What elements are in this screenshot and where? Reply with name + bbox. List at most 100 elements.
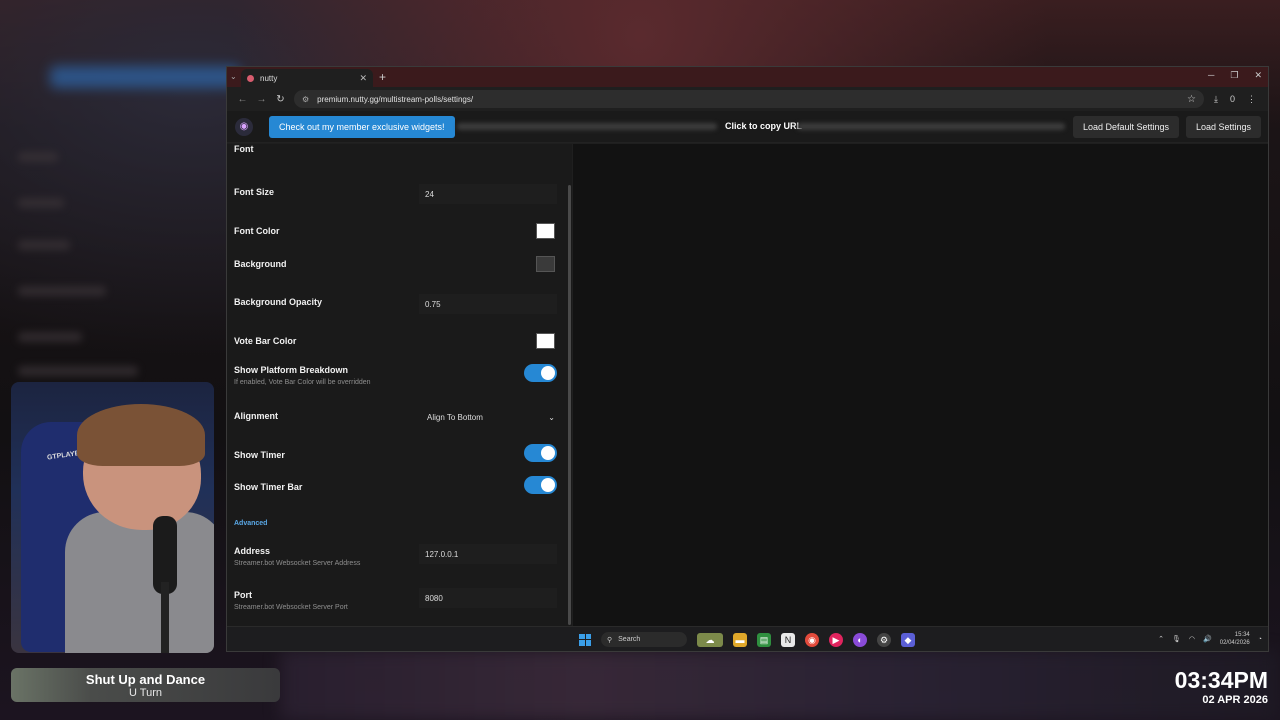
streaming-app-icon[interactable]: ◐: [853, 632, 867, 647]
bookmark-star-icon[interactable]: ☆: [1187, 94, 1196, 105]
nutty-logo-icon[interactable]: ◉: [235, 117, 253, 136]
spreadsheet-app-icon[interactable]: ▤: [757, 632, 771, 647]
platform-breakdown-description: If enabled, Vote Bar Color will be overr…: [234, 379, 371, 386]
font-color-row: Font Color: [234, 226, 558, 236]
back-icon[interactable]: ←: [233, 94, 252, 105]
chevron-down-icon: ⌄: [548, 412, 555, 422]
system-tray: ⌃ 🎙 ◠ 🔊 15:34 02/04/2026 ◔: [1158, 631, 1262, 647]
tab-strip: ⌄ nutty ✕ + ─ ❐ ✕: [227, 67, 1268, 87]
blurred-background-item: [18, 286, 106, 296]
volume-icon[interactable]: 🔊: [1203, 635, 1212, 643]
notification-icon[interactable]: ◔: [1258, 636, 1262, 643]
font-color-swatch[interactable]: [536, 223, 555, 239]
show-timer-toggle[interactable]: [524, 444, 557, 462]
restore-icon[interactable]: ❐: [1230, 70, 1238, 81]
favicon-icon: [247, 74, 254, 82]
download-count[interactable]: 0: [1230, 94, 1235, 104]
member-widgets-button[interactable]: Check out my member exclusive widgets!: [269, 115, 455, 138]
address-bar: ← → ↻ ⚙ premium.nutty.gg/multistream-pol…: [227, 87, 1268, 111]
tab-search-icon[interactable]: ⌄: [230, 72, 237, 81]
now-playing-widget: Shut Up and Dance U Turn: [11, 668, 280, 702]
blurred-widget-url: [797, 123, 1065, 130]
blurred-background-item: [18, 198, 64, 208]
window-controls: ─ ❐ ✕: [1208, 70, 1262, 81]
background-opacity-input[interactable]: 0.75: [419, 294, 557, 314]
overlay-clock: 03:34PM 02 APR 2026: [1175, 666, 1268, 706]
alignment-value: Align To Bottom: [427, 412, 483, 422]
media-player-icon[interactable]: ▶: [829, 632, 843, 647]
font-label: Font: [234, 144, 254, 154]
tray-chevron-icon[interactable]: ⌃: [1158, 635, 1164, 643]
close-tab-icon[interactable]: ✕: [359, 73, 367, 84]
background-color-swatch[interactable]: [536, 256, 555, 272]
microphone-arm: [161, 582, 169, 653]
close-window-icon[interactable]: ✕: [1254, 70, 1262, 81]
show-timer-row: Show Timer: [234, 450, 558, 460]
taskbar-apps: ⚲ Search ☁ ▬ ▤ N ◉ ▶ ◐ ⚙ ◆: [579, 632, 915, 647]
song-artist: U Turn: [128, 686, 162, 699]
weather-widget-icon[interactable]: ☁: [697, 632, 723, 647]
song-title: Shut Up and Dance: [85, 671, 206, 687]
font-row: Font: [234, 144, 558, 154]
show-timer-bar-row: Show Timer Bar: [234, 482, 558, 492]
overlay-clock-time: 03:34PM: [1174, 667, 1268, 693]
windows-taskbar: ⚲ Search ☁ ▬ ▤ N ◉ ▶ ◐ ⚙ ◆ ⌃ 🎙 ◠ 🔊 15:34…: [227, 626, 1268, 651]
notion-app-icon[interactable]: N: [781, 632, 795, 647]
page-header: ◉ Check out my member exclusive widgets!…: [227, 111, 1268, 143]
blurred-background-item: [18, 366, 138, 376]
blurred-background-item: [18, 152, 58, 162]
address-input[interactable]: 127.0.0.1: [419, 544, 557, 564]
port-input[interactable]: 8080: [419, 588, 557, 608]
show-timer-bar-toggle[interactable]: [524, 476, 557, 494]
blurred-background-bar: [50, 66, 240, 88]
overlay-clock-date: 02 APR 2026: [1202, 694, 1268, 706]
background-label: Background: [234, 259, 287, 269]
alignment-select[interactable]: Align To Bottom ⌄: [423, 407, 557, 427]
streamer-body: [65, 512, 214, 653]
platform-breakdown-toggle[interactable]: [524, 364, 557, 382]
site-info-icon[interactable]: ⚙: [302, 95, 309, 104]
reload-icon[interactable]: ↻: [271, 94, 290, 105]
url-field[interactable]: ⚙ premium.nutty.gg/multistream-polls/set…: [294, 90, 1204, 108]
load-settings-button[interactable]: Load Settings: [1186, 116, 1262, 138]
advanced-section-link[interactable]: Advanced: [234, 520, 267, 527]
font-color-label: Font Color: [234, 226, 280, 236]
settings-app-icon[interactable]: ⚙: [877, 632, 891, 647]
webcam-overlay: GTPLAYER: [11, 382, 214, 653]
streamer-hair: [77, 404, 205, 466]
tab-title: nutty: [260, 73, 278, 83]
taskbar-date: 02/04/2026: [1219, 640, 1250, 646]
settings-panel: Font Font Size 24 Font Color Background …: [227, 144, 569, 628]
blurred-background-item: [18, 332, 82, 342]
tab-nutty[interactable]: nutty ✕: [241, 69, 373, 87]
microphone-icon[interactable]: 🎙: [1172, 635, 1181, 643]
settings-scrollbar-thumb[interactable]: [568, 185, 571, 625]
forward-icon[interactable]: →: [252, 94, 271, 105]
background-row: Background: [234, 259, 558, 269]
browser-toolbar-right: ⤓ 0 ⋮: [1214, 94, 1256, 105]
chrome-icon[interactable]: ◉: [805, 632, 819, 647]
blurred-background-item: [18, 240, 70, 250]
browser-window: ⌄ nutty ✕ + ─ ❐ ✕ ← → ↻ ⚙ premium.nutty.…: [226, 66, 1269, 652]
taskbar-time: 15:34: [1234, 632, 1250, 638]
load-default-settings-button[interactable]: Load Default Settings: [1073, 116, 1180, 138]
new-tab-icon[interactable]: +: [379, 70, 386, 84]
platform-breakdown-row: Show Platform Breakdown If enabled, Vote…: [234, 365, 558, 386]
minimize-icon[interactable]: ─: [1208, 70, 1214, 81]
show-timer-bar-label: Show Timer Bar: [234, 482, 303, 492]
font-size-input[interactable]: 24: [419, 184, 557, 204]
vote-bar-color-swatch[interactable]: [536, 333, 555, 349]
vote-bar-color-label: Vote Bar Color: [234, 336, 297, 346]
taskbar-search[interactable]: ⚲ Search: [601, 632, 687, 647]
file-explorer-icon[interactable]: ▬: [733, 632, 747, 647]
taskbar-clock[interactable]: 15:34 02/04/2026: [1220, 631, 1250, 647]
search-icon: ⚲: [607, 636, 613, 644]
download-icon[interactable]: ⤓: [1214, 94, 1218, 105]
windows-start-icon[interactable]: [579, 633, 591, 646]
show-timer-label: Show Timer: [234, 450, 285, 460]
diamond-app-icon[interactable]: ◆: [901, 632, 915, 647]
wifi-icon[interactable]: ◠: [1189, 635, 1195, 643]
copy-url-button[interactable]: Click to copy URL: [725, 121, 802, 131]
blurred-widget-url: [457, 123, 717, 130]
menu-icon[interactable]: ⋮: [1247, 94, 1256, 105]
